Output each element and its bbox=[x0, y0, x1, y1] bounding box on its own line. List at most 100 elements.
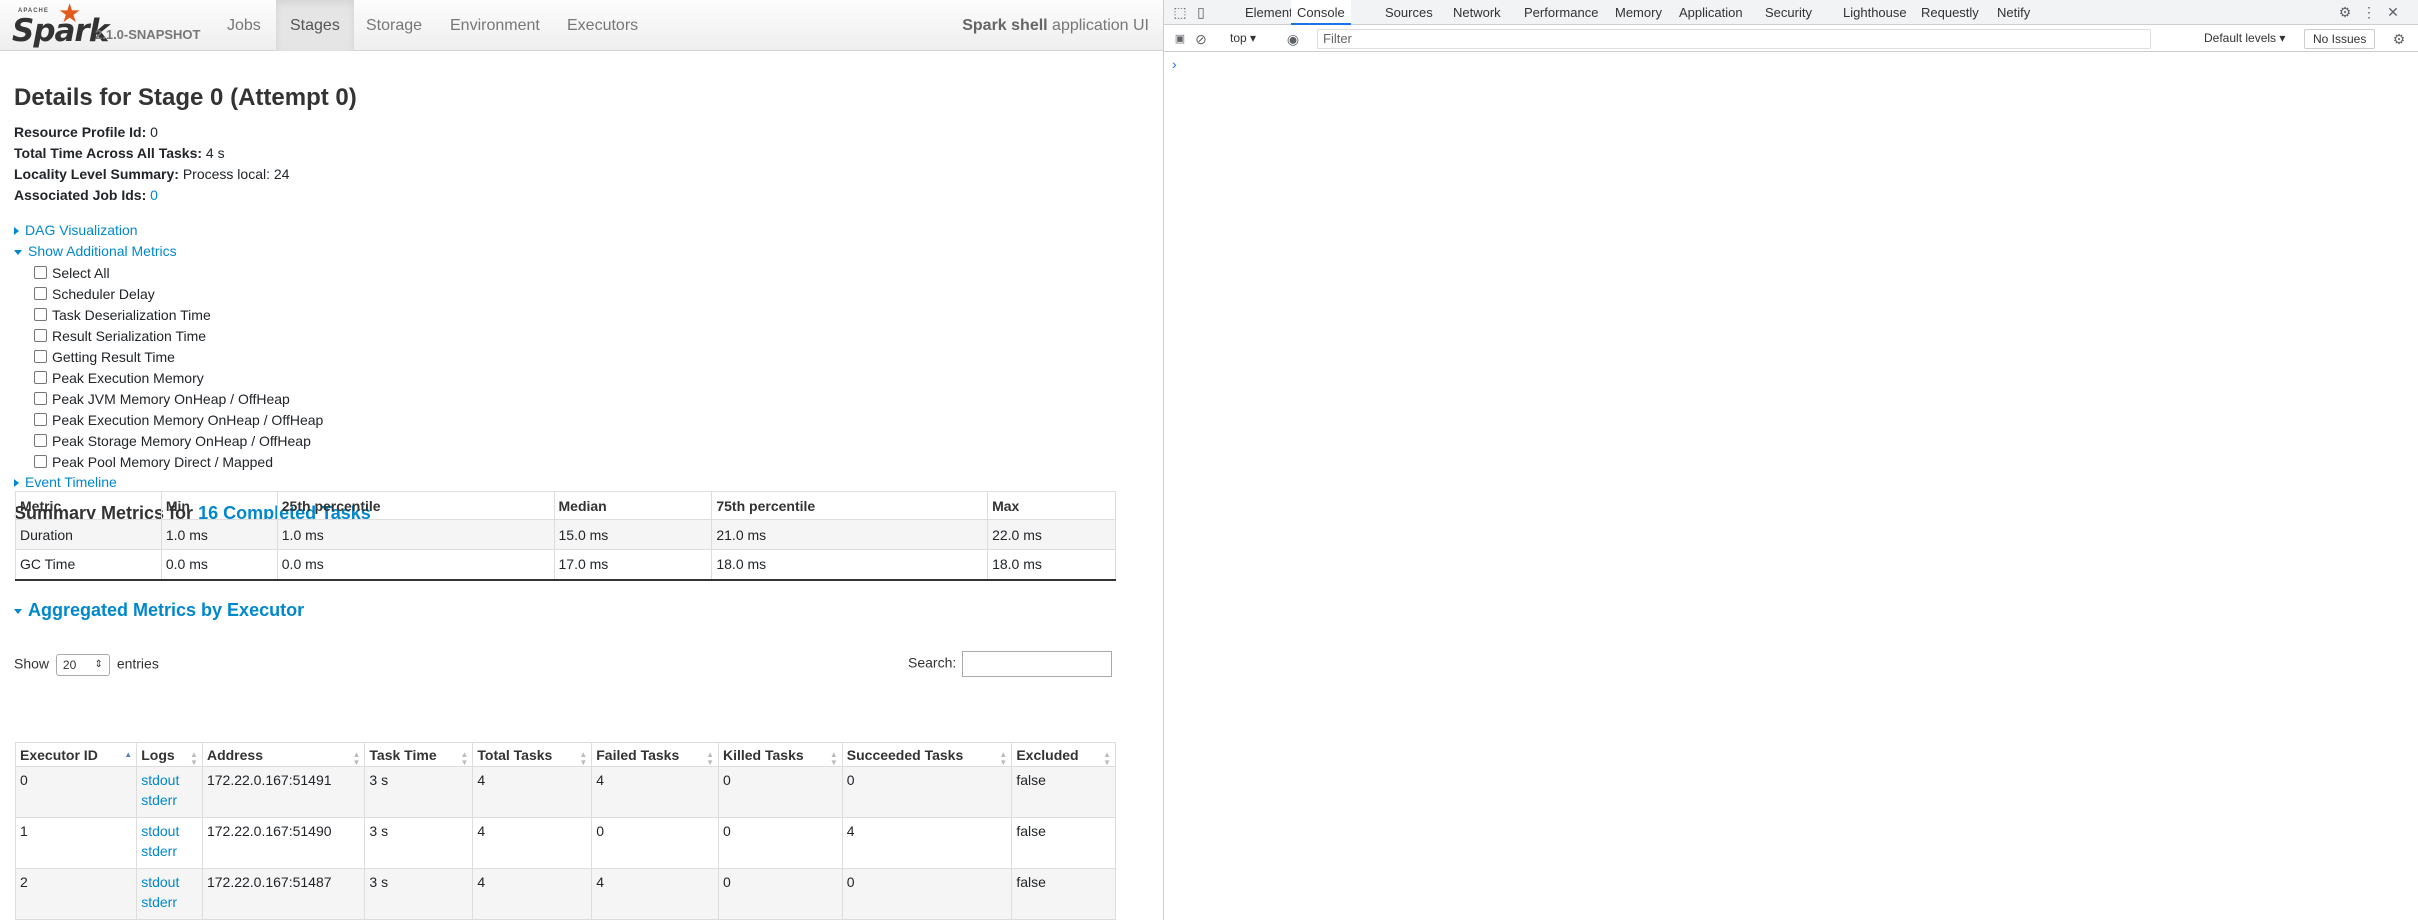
devtools-tab-sources[interactable]: Sources bbox=[1385, 0, 1433, 25]
checkbox[interactable] bbox=[34, 287, 47, 300]
metric-peak-jvm-memory[interactable]: Peak JVM Memory OnHeap / OffHeap bbox=[34, 389, 323, 410]
stdout-link[interactable]: stdout bbox=[141, 821, 198, 841]
stdout-link[interactable]: stdout bbox=[141, 770, 198, 790]
metric-peak-pool-memory[interactable]: Peak Pool Memory Direct / Mapped bbox=[34, 452, 323, 473]
console-prompt-icon[interactable]: › bbox=[1172, 56, 1177, 72]
cell: 15.0 ms bbox=[553, 519, 713, 550]
show-additional-metrics-toggle[interactable]: Show Additional Metrics bbox=[14, 243, 177, 259]
checkbox[interactable] bbox=[34, 308, 47, 321]
cell-executor-id: 1 bbox=[14, 817, 138, 869]
console-settings-gear-icon[interactable]: ⚙ bbox=[2391, 31, 2407, 47]
devtools-tab-memory[interactable]: Memory bbox=[1615, 0, 1662, 25]
spark-ui: APACHE ★ Spark 2.1.0-SNAPSHOT Jobs Stage… bbox=[0, 0, 1163, 920]
metric-peak-execution-memory[interactable]: Peak Execution Memory bbox=[34, 368, 323, 389]
metric-scheduler-delay[interactable]: Scheduler Delay bbox=[34, 284, 323, 305]
inspect-element-icon[interactable]: ⬚ bbox=[1172, 4, 1188, 20]
col-executor-id[interactable]: Executor ID ▲ bbox=[14, 742, 138, 767]
cell-total-tasks: 4 bbox=[472, 868, 593, 920]
dag-visualization-toggle[interactable]: DAG Visualization bbox=[14, 222, 138, 238]
checkbox[interactable] bbox=[34, 455, 47, 468]
console-toolbar: ▣ ⊘ top ▾ ◉ Filter Default levels ▾ No I… bbox=[1164, 26, 2418, 52]
cell: 22.0 ms bbox=[987, 519, 1116, 550]
stderr-link[interactable]: stderr bbox=[141, 892, 198, 912]
app-name-suffix: application UI bbox=[1047, 17, 1149, 34]
metric-result-serialization[interactable]: Result Serialization Time bbox=[34, 326, 323, 347]
page-length-select[interactable]: 20 bbox=[55, 654, 110, 676]
summary-value: Process local: 24 bbox=[178, 166, 290, 182]
sort-icon: ▲ ▼ bbox=[999, 750, 1008, 767]
checkbox[interactable] bbox=[34, 413, 47, 426]
checkbox[interactable] bbox=[34, 266, 47, 279]
job-id-link[interactable]: 0 bbox=[150, 187, 158, 203]
devtools-tab-lighthouse[interactable]: Lighthouse bbox=[1843, 0, 1907, 25]
more-options-icon[interactable]: ⋮ bbox=[2361, 4, 2377, 20]
col-excluded[interactable]: Excluded ▲ ▼ bbox=[1011, 742, 1116, 767]
col-total-tasks[interactable]: Total Tasks ▲ ▼ bbox=[472, 742, 593, 767]
metric-task-deserialization[interactable]: Task Deserialization Time bbox=[34, 305, 323, 326]
devtools-tab-network[interactable]: Network bbox=[1453, 0, 1501, 25]
header-label: Task Time bbox=[369, 746, 437, 763]
metric-getting-result[interactable]: Getting Result Time bbox=[34, 347, 323, 368]
checkbox[interactable] bbox=[34, 350, 47, 363]
checkbox-label: Result Serialization Time bbox=[52, 328, 207, 344]
close-icon[interactable]: ✕ bbox=[2385, 4, 2401, 20]
devtools-tab-console[interactable]: Console bbox=[1291, 0, 1351, 25]
clear-console-icon[interactable]: ⊘ bbox=[1193, 31, 1209, 47]
sort-icon: ▲ ▼ bbox=[460, 750, 469, 767]
caret-right-icon bbox=[14, 227, 19, 236]
checkbox[interactable] bbox=[34, 392, 47, 405]
metric-peak-execution-onheap[interactable]: Peak Execution Memory OnHeap / OffHeap bbox=[34, 410, 323, 431]
app-name: Spark shell application UI bbox=[962, 0, 1149, 51]
spark-logo[interactable]: APACHE ★ Spark bbox=[12, 0, 109, 49]
checkbox[interactable] bbox=[34, 434, 47, 447]
cell-logs: stdout stderr bbox=[136, 817, 203, 869]
sidebar-toggle-icon[interactable]: ▣ bbox=[1172, 31, 1188, 47]
col-logs[interactable]: Logs ▲ ▼ bbox=[136, 742, 203, 767]
cell: 21.0 ms bbox=[711, 519, 989, 550]
live-expression-eye-icon[interactable]: ◉ bbox=[1285, 31, 1301, 47]
page-title: Details for Stage 0 (Attempt 0) bbox=[14, 84, 357, 111]
header-label: Total Tasks bbox=[477, 746, 553, 763]
search-input[interactable] bbox=[962, 651, 1113, 677]
additional-metrics-label: Show Additional Metrics bbox=[28, 243, 177, 259]
nav-environment[interactable]: Environment bbox=[436, 0, 554, 51]
col-failed-tasks[interactable]: Failed Tasks ▲ ▼ bbox=[591, 742, 719, 767]
nav-storage[interactable]: Storage bbox=[352, 0, 436, 51]
stderr-link[interactable]: stderr bbox=[141, 790, 198, 810]
metric-peak-storage-memory[interactable]: Peak Storage Memory OnHeap / OffHeap bbox=[34, 431, 323, 452]
devtools-tab-requestly[interactable]: Requestly bbox=[1921, 0, 1979, 25]
log-levels-dropdown[interactable]: Default levels ▾ bbox=[2204, 29, 2285, 49]
cell: 18.0 ms bbox=[987, 549, 1116, 580]
nav-executors[interactable]: Executors bbox=[553, 0, 652, 51]
settings-gear-icon[interactable]: ⚙ bbox=[2337, 4, 2353, 20]
cell: 1.0 ms bbox=[276, 519, 555, 550]
col-killed-tasks[interactable]: Killed Tasks ▲ ▼ bbox=[717, 742, 843, 767]
console-filter-input[interactable]: Filter bbox=[1317, 29, 2151, 49]
event-timeline-toggle[interactable]: Event Timeline bbox=[14, 474, 117, 490]
table-row: 2 stdout stderr 172.22.0.167:51487 3 s 4 … bbox=[14, 868, 1116, 920]
cell-address: 172.22.0.167:51491 bbox=[201, 766, 366, 818]
col-succeeded-tasks[interactable]: Succeeded Tasks ▲ ▼ bbox=[841, 742, 1013, 767]
nav-jobs[interactable]: Jobs bbox=[213, 0, 275, 51]
devtools-tab-performance[interactable]: Performance bbox=[1524, 0, 1598, 25]
checkbox[interactable] bbox=[34, 371, 47, 384]
devtools-tab-application[interactable]: Application bbox=[1679, 0, 1743, 25]
col-address[interactable]: Address ▲ ▼ bbox=[201, 742, 366, 767]
header-label: Executor ID bbox=[20, 746, 98, 763]
device-toolbar-icon[interactable]: ▯ bbox=[1193, 4, 1209, 20]
stdout-link[interactable]: stdout bbox=[141, 872, 198, 892]
devtools-tab-security[interactable]: Security bbox=[1765, 0, 1812, 25]
stderr-link[interactable]: stderr bbox=[141, 841, 198, 861]
cell-excluded: false bbox=[1011, 817, 1116, 869]
cell-failed-tasks: 4 bbox=[591, 868, 719, 920]
issues-button[interactable]: No Issues bbox=[2304, 29, 2376, 49]
checkbox[interactable] bbox=[34, 329, 47, 342]
nav-stages[interactable]: Stages bbox=[276, 0, 354, 51]
context-selector[interactable]: top ▾ bbox=[1230, 29, 1256, 49]
devtools-tab-netify[interactable]: Netify bbox=[1997, 0, 2030, 25]
cell: 1.0 ms bbox=[160, 519, 278, 550]
aggregated-metrics-toggle[interactable]: Aggregated Metrics by Executor bbox=[14, 600, 304, 621]
header-label: Failed Tasks bbox=[596, 746, 680, 763]
metric-select-all[interactable]: Select All bbox=[34, 263, 323, 284]
col-task-time[interactable]: Task Time ▲ ▼ bbox=[364, 742, 474, 767]
